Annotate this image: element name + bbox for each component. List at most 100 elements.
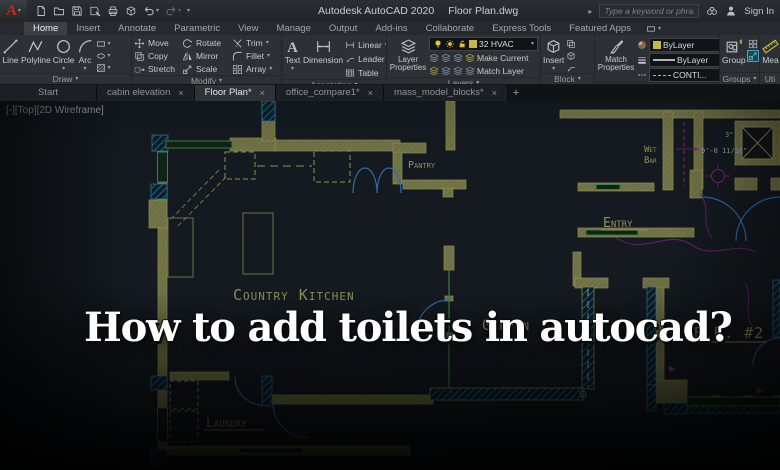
polyline-tool[interactable]: Polyline: [21, 37, 51, 65]
panel-annotation-footer[interactable]: Annotation▾: [282, 79, 386, 84]
linetype-select[interactable]: CONTI...▾: [649, 68, 719, 82]
undo-icon: [143, 5, 155, 17]
tab-express-tools[interactable]: Express Tools: [483, 22, 560, 35]
groups-footer-label: Groups: [722, 73, 751, 84]
save-as-button[interactable]: [89, 5, 101, 17]
publish-button[interactable]: [125, 5, 137, 17]
copy-label: Copy: [148, 51, 168, 61]
tab-parametric[interactable]: Parametric: [165, 22, 229, 35]
tab-collaborate[interactable]: Collaborate: [417, 22, 484, 35]
layer-select[interactable]: 32 HVAC ▾: [429, 37, 538, 51]
tab-manage[interactable]: Manage: [268, 22, 320, 35]
create-block-tool[interactable]: [566, 39, 576, 49]
mirror-tool[interactable]: Mirror: [182, 50, 230, 62]
plot-button[interactable]: [107, 5, 119, 17]
ungroup-tool[interactable]: [748, 39, 758, 49]
match-properties-tool[interactable]: Match Properties: [597, 37, 635, 73]
group-edit-tool[interactable]: [746, 50, 759, 62]
draw-tools: Line Polyline Circle ▾ Arc ▾ ▾ ▾ ▾: [0, 35, 131, 73]
close-tab-icon[interactable]: ×: [260, 88, 265, 98]
file-tab-cabin-elevation[interactable]: cabin elevation ×: [97, 84, 195, 101]
ellipse-tool[interactable]: ▾: [96, 51, 111, 61]
match-layer-button[interactable]: Match Layer: [429, 65, 538, 77]
hatch-tool[interactable]: ▾: [96, 63, 111, 73]
dimension-tool[interactable]: Dimension: [303, 37, 343, 65]
save-button[interactable]: [71, 5, 83, 17]
rectangle-tool[interactable]: ▾: [96, 39, 111, 49]
file-tab-office-compare[interactable]: office_compare1* ×: [275, 84, 384, 101]
panel-groups-footer[interactable]: Groups ▾: [720, 72, 759, 84]
close-tab-icon[interactable]: ×: [368, 88, 373, 98]
undo-dropdown-icon[interactable]: ▾: [156, 8, 159, 14]
block-attributes-tool[interactable]: [566, 63, 576, 73]
search-binoculars-icon[interactable]: [706, 5, 718, 17]
panel-block-footer[interactable]: Block ▾: [541, 73, 594, 84]
search-expand-icon[interactable]: ▸: [588, 7, 592, 16]
panel-groups: Group Groups ▾: [720, 35, 760, 84]
close-tab-icon[interactable]: ×: [492, 88, 497, 98]
file-tab-floor-plan[interactable]: Floor Plan* ×: [194, 84, 276, 101]
utilities-tools: Mea: [760, 35, 780, 72]
panel-utilities-footer[interactable]: Uti: [760, 72, 780, 84]
panel-properties-footer[interactable]: Properties▾: [595, 82, 719, 84]
trim-tool[interactable]: Trim ▾: [232, 37, 281, 49]
layer-properties-button[interactable]: Layer Properties: [389, 37, 427, 73]
linear-icon: [345, 40, 355, 50]
panel-modify-footer[interactable]: Modify ▾: [132, 75, 281, 84]
file-tab-start[interactable]: Start: [0, 84, 97, 101]
tab-home[interactable]: Home: [24, 22, 68, 35]
tab-view[interactable]: View: [229, 22, 267, 35]
close-tab-icon[interactable]: ×: [178, 88, 183, 98]
undo-button[interactable]: ▾: [143, 5, 159, 17]
tab-output[interactable]: Output: [320, 22, 367, 35]
leader-tool[interactable]: Leader▾: [345, 53, 386, 65]
tab-featured-apps[interactable]: Featured Apps: [560, 22, 640, 35]
app-menu-button[interactable]: A ▾: [0, 0, 27, 22]
modify-footer-label: Modify: [190, 76, 217, 84]
move-tool[interactable]: Move: [134, 37, 180, 49]
table-tool[interactable]: Table: [345, 67, 386, 79]
file-tab-mass-model-blocks[interactable]: mass_model_blocks* ×: [383, 84, 508, 101]
viewport-controls[interactable]: [-][Top][2D Wireframe]: [6, 105, 104, 116]
help-search-input[interactable]: [599, 4, 700, 18]
rotate-tool[interactable]: Rotate: [182, 37, 230, 49]
redo-dropdown-icon[interactable]: ▾: [178, 8, 181, 14]
scale-tool[interactable]: Scale: [182, 63, 230, 75]
linear-tool[interactable]: Linear▾: [345, 39, 386, 51]
edit-block-tool[interactable]: [566, 51, 576, 61]
lineweight-select[interactable]: ByLayer▾: [649, 53, 719, 67]
object-color-select[interactable]: ByLayer▾: [649, 38, 719, 52]
array-caret-icon: ▾: [269, 66, 273, 72]
drawing-area[interactable]: Pantry Wet Bar Entry Country Kitchen Gar…: [0, 101, 780, 470]
panel-draw-footer[interactable]: Draw ▾: [0, 73, 131, 84]
arc-tool[interactable]: Arc ▾: [77, 37, 94, 72]
tab-annotate[interactable]: Annotate: [109, 22, 165, 35]
fillet-tool[interactable]: Fillet ▾: [232, 50, 281, 62]
app-menu-caret-icon: ▾: [17, 8, 21, 14]
measure-tool[interactable]: Mea: [762, 37, 779, 65]
array-tool[interactable]: Array ▾: [232, 63, 281, 75]
stretch-tool[interactable]: Stretch: [134, 63, 180, 75]
circle-tool[interactable]: Circle ▾: [53, 37, 75, 72]
copy-tool[interactable]: Copy: [134, 50, 180, 62]
insert-block-tool[interactable]: Insert ▾: [543, 37, 564, 72]
line-tool[interactable]: Line: [2, 37, 19, 65]
title-bar: A ▾ ▾ ▾ ▾ Autodesk AutoCAD 2020 Floor Pl…: [0, 0, 780, 22]
text-tool[interactable]: Text ▾: [284, 37, 301, 72]
redo-button[interactable]: ▾: [165, 5, 181, 17]
new-tab-button[interactable]: +: [508, 84, 524, 101]
tab-insert[interactable]: Insert: [67, 22, 109, 35]
open-file-button[interactable]: [53, 5, 65, 17]
polyline-label: Polyline: [21, 55, 51, 65]
new-file-button[interactable]: [35, 5, 47, 17]
circle-caret-icon[interactable]: ▾: [62, 66, 65, 72]
sign-in-button[interactable]: Sign In: [744, 6, 774, 17]
circle-icon: [55, 38, 72, 55]
panel-layers-footer[interactable]: Layers ▾: [387, 77, 540, 84]
ribbon-options-dropdown[interactable]: ▾: [640, 22, 667, 35]
tab-add-ins[interactable]: Add-ins: [366, 22, 416, 35]
qat-customize-icon[interactable]: ▾: [187, 8, 190, 14]
make-current-button[interactable]: Make Current: [429, 52, 538, 64]
group-tool[interactable]: Group: [722, 37, 746, 65]
arc-caret-icon[interactable]: ▾: [84, 66, 87, 72]
